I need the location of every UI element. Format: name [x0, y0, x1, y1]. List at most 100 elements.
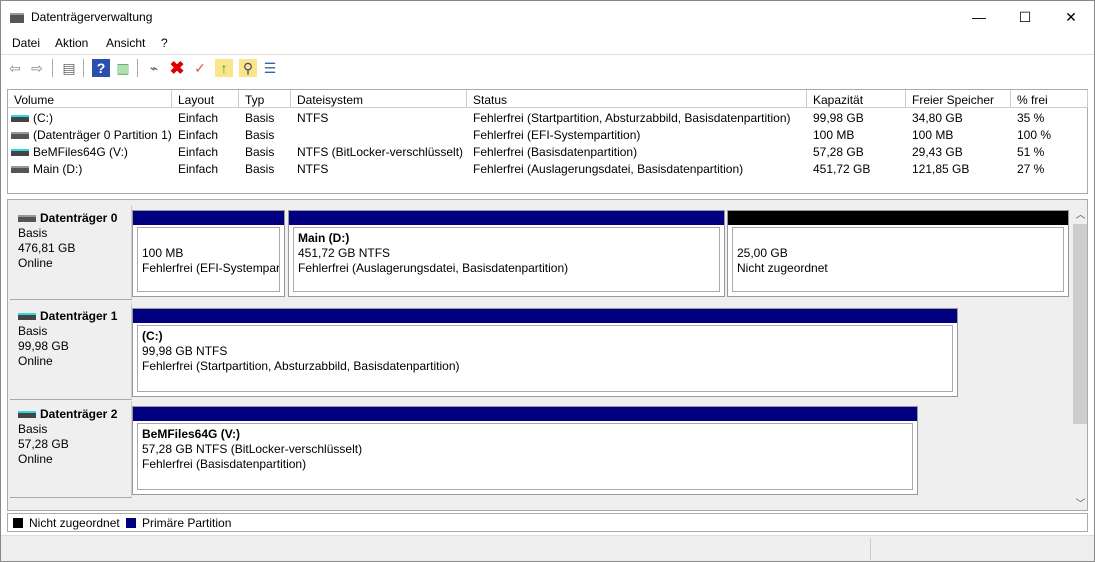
table-cell: Fehlerfrei (EFI-Systempartition) — [467, 126, 807, 143]
disk-label[interactable]: Datenträger 1 Basis 99,98 GB Online — [10, 303, 132, 400]
table-cell: 27 % — [1011, 160, 1088, 177]
partition-info: 100 MB Fehlerfrei (EFI-Systempartition) — [137, 227, 280, 292]
cell-text: Fehlerfrei (Auslagerungsdatei, Basisdate… — [473, 162, 744, 176]
legend-swatch-primary — [126, 518, 136, 528]
close-button[interactable]: ✕ — [1048, 1, 1094, 33]
table-row[interactable]: Main (D:) Einfach Basis NTFS Fehlerfrei (Aus… — [8, 160, 1087, 177]
disk-label[interactable]: Datenträger 0 Basis 476,81 GB Online — [10, 205, 132, 300]
partition-block[interactable]: (C:) 99,98 GB NTFS Fehlerfrei (Startpart… — [132, 308, 958, 397]
cell-text: NTFS — [297, 111, 329, 125]
cell-text: 451,72 GB — [813, 162, 871, 176]
disk-icon — [18, 215, 36, 223]
disk-label[interactable]: Datenträger 2 Basis 57,28 GB Online — [10, 401, 132, 498]
table-cell: Einfach — [172, 126, 239, 143]
disk-icon — [18, 313, 36, 321]
cell-text: (C:) — [33, 111, 53, 125]
menu-bar: Datei Aktion Ansicht ? — [1, 33, 1094, 53]
partition-info: (C:) 99,98 GB NTFS Fehlerfrei (Startpart… — [137, 325, 953, 392]
delete-icon[interactable]: ✖ — [168, 59, 186, 77]
minimize-button[interactable]: — — [956, 1, 1002, 33]
table-row[interactable]: (Datenträger 0 Partition 1) Einfach Basis F… — [8, 126, 1087, 143]
disk-state: Online — [18, 256, 53, 270]
partition-size: 100 MB — [142, 246, 184, 260]
table-cell: Main (D:) — [8, 160, 172, 177]
help-icon[interactable]: ? — [92, 59, 110, 77]
partition-color-bar — [133, 407, 917, 421]
partition-name — [142, 231, 275, 246]
table-cell: BeMFiles64G (V:) — [8, 143, 172, 160]
table-cell: 451,72 GB — [807, 160, 906, 177]
cell-text: Fehlerfrei (Startpartition, Absturzabbil… — [473, 111, 791, 125]
cell-text: NTFS — [297, 162, 329, 176]
cell-text: 34,80 GB — [912, 111, 963, 125]
back-icon[interactable]: ⇦ — [6, 59, 24, 77]
cell-text: 29,43 GB — [912, 145, 963, 159]
column-header-status[interactable]: Status — [467, 90, 807, 108]
column-header-kapazitaet[interactable]: Kapazität — [807, 90, 906, 108]
partition-status: Fehlerfrei (EFI-Systempartition) — [142, 261, 280, 275]
cell-text: (Datenträger 0 Partition 1) — [33, 128, 172, 142]
cell-text: 100 MB — [813, 128, 855, 142]
vertical-scrollbar[interactable]: ︿ ﹀ — [1072, 206, 1087, 510]
partition-block[interactable]: 25,00 GB Nicht zugeordnet — [727, 210, 1069, 297]
menu-datei[interactable]: Datei — [12, 36, 40, 50]
disk-type: Basis — [18, 422, 48, 436]
disk-name: Datenträger 0 — [40, 211, 118, 225]
disk-graphical-view: Datenträger 0 Basis 476,81 GB Online 100… — [7, 199, 1088, 511]
app-window: Datenträgerverwaltung — ☐ ✕ Datei Aktion… — [0, 0, 1095, 562]
partition-block[interactable]: BeMFiles64G (V:) 57,28 GB NTFS (BitLocke… — [132, 406, 918, 495]
table-row[interactable]: BeMFiles64G (V:) Einfach Basis NTFS (BitLoc… — [8, 143, 1087, 160]
partition-name: (C:) — [142, 329, 163, 343]
disk-size: 99,98 GB — [18, 339, 69, 353]
legend-label-primary: Primäre Partition — [142, 516, 232, 530]
forward-icon[interactable]: ⇨ — [28, 59, 46, 77]
column-header-volume[interactable]: Volume — [8, 90, 172, 108]
table-cell: 57,28 GB — [807, 143, 906, 160]
cell-text: Main (D:) — [33, 162, 83, 176]
connect-disk-icon[interactable]: ⌁ — [145, 59, 163, 77]
scroll-up-icon[interactable]: ︿ — [1072, 206, 1087, 223]
table-cell: 35 % — [1011, 109, 1088, 126]
disk-size: 476,81 GB — [18, 241, 76, 255]
properties-icon[interactable]: ✓ — [191, 59, 209, 77]
drive-icon — [11, 115, 29, 123]
find-icon[interactable]: ⚲ — [239, 59, 257, 77]
column-header-dateisystem[interactable]: Dateisystem — [291, 90, 467, 108]
table-cell — [291, 126, 467, 143]
partition-block[interactable]: Main (D:) 451,72 GB NTFS Fehlerfrei (Aus… — [288, 210, 725, 297]
partition-info: 25,00 GB Nicht zugeordnet — [732, 227, 1064, 292]
drive-icon — [11, 132, 29, 140]
menu-ansicht[interactable]: Ansicht — [106, 36, 145, 50]
table-cell: 99,98 GB — [807, 109, 906, 126]
table-cell: (Datenträger 0 Partition 1) — [8, 126, 172, 143]
cell-text: Basis — [245, 128, 275, 142]
disk-type: Basis — [18, 226, 48, 240]
cell-text: 100 % — [1017, 128, 1052, 142]
action-pane-icon[interactable]: ▥ — [114, 59, 132, 77]
disk-state: Online — [18, 354, 53, 368]
cell-text: Fehlerfrei (EFI-Systempartition) — [473, 128, 641, 142]
partition-block[interactable]: 100 MB Fehlerfrei (EFI-Systempartition) — [132, 210, 285, 297]
console-tree-icon[interactable]: ▤ — [60, 59, 78, 77]
table-cell: Basis — [239, 109, 291, 126]
table-cell: Basis — [239, 126, 291, 143]
partition-info: BeMFiles64G (V:) 57,28 GB NTFS (BitLocke… — [137, 423, 913, 490]
cell-text: 35 % — [1017, 111, 1045, 125]
maximize-button[interactable]: ☐ — [1002, 1, 1048, 33]
scroll-down-icon[interactable]: ﹀ — [1072, 495, 1087, 510]
column-header-freier-speicher[interactable]: Freier Speicher — [906, 90, 1011, 108]
status-bar — [1, 535, 1094, 561]
column-header-layout[interactable]: Layout — [172, 90, 239, 108]
column-header-prozent-frei[interactable]: % frei — [1011, 90, 1088, 108]
menu-help[interactable]: ? — [161, 36, 168, 50]
table-cell: Einfach — [172, 160, 239, 177]
table-row[interactable]: (C:) Einfach Basis NTFS Fehlerfrei (Startpar… — [8, 109, 1087, 126]
cell-text: 51 % — [1017, 145, 1045, 159]
partition-color-bar — [289, 211, 724, 225]
title-bar: Datenträgerverwaltung — ☐ ✕ — [1, 1, 1094, 33]
export-icon[interactable]: ↑ — [215, 59, 233, 77]
menu-aktion[interactable]: Aktion — [55, 36, 88, 50]
settings-list-icon[interactable]: ☰ — [261, 59, 279, 77]
scrollbar-thumb[interactable] — [1073, 224, 1087, 424]
column-header-typ[interactable]: Typ — [239, 90, 291, 108]
